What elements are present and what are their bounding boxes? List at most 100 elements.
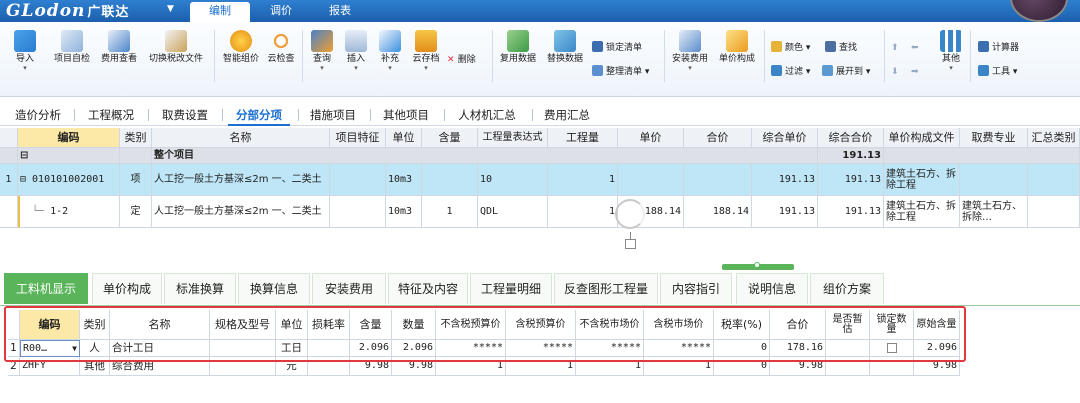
tab-qty-detail[interactable]: 工程量明细 <box>470 273 552 304</box>
cell-ratio[interactable]: 9.98 <box>350 357 392 376</box>
tools-button[interactable]: 工具 ▾ <box>978 64 1017 80</box>
tab-fee-settings[interactable]: 取费设置 <box>156 104 214 126</box>
cell-lock-qty[interactable] <box>870 357 914 376</box>
cell-feature[interactable] <box>330 164 386 196</box>
cell-name[interactable]: 人工挖一般土方基深≤2m 一、二类土 <box>152 196 330 228</box>
tab-edit[interactable]: 编制 <box>190 2 250 22</box>
cell-spec[interactable] <box>210 357 276 376</box>
cell-budget-price-excl-tax[interactable]: 1 <box>436 357 506 376</box>
cell-market-price-incl-tax[interactable]: ***** <box>644 340 714 357</box>
col-header-amount[interactable]: 合价 <box>770 310 826 340</box>
cell-unit[interactable]: 10m3 <box>386 164 422 196</box>
col-header-fee-file[interactable]: 单价构成文件 <box>884 128 960 148</box>
col-header-type[interactable]: 类别 <box>80 310 110 340</box>
cell-qty[interactable]: 9.98 <box>392 357 436 376</box>
col-header-name[interactable]: 名称 <box>152 128 330 148</box>
reuse-data-button[interactable]: 复用数据 <box>496 30 540 78</box>
move-left-button[interactable]: ⬅ <box>911 40 919 56</box>
col-header-lock-qty[interactable]: 锁定数量 <box>870 310 914 340</box>
cell-fee-file[interactable]: 建筑土石方、拆除工程 <box>884 196 960 228</box>
self-check-button[interactable]: 项目自检 <box>50 30 94 78</box>
col-header-tax-rate[interactable]: 税率(%) <box>714 310 770 340</box>
cell-price[interactable] <box>618 164 684 196</box>
tab-description[interactable]: 说明信息 <box>736 273 808 304</box>
cell-market-price-incl-tax[interactable]: 1 <box>644 357 714 376</box>
group-name[interactable]: 整个项目 <box>152 148 818 164</box>
cell-qty[interactable]: 1 <box>548 196 618 228</box>
cell-qty-expr[interactable]: 10 <box>478 164 548 196</box>
col-header-budget-price-incl-tax[interactable]: 含税预算价 <box>506 310 576 340</box>
cell-name[interactable]: 合计工日 <box>110 340 210 357</box>
unit-price-build-button[interactable]: 单价构成 <box>714 30 760 78</box>
tab-conversion-info[interactable]: 换算信息 <box>238 273 310 304</box>
tab-pricing-plan[interactable]: 组价方案 <box>810 273 884 304</box>
col-header-spec[interactable]: 规格及型号 <box>210 310 276 340</box>
col-header-price[interactable]: 单价 <box>618 128 684 148</box>
cell-amount[interactable] <box>684 164 752 196</box>
cell-qty[interactable]: 1 <box>548 164 618 196</box>
query-button[interactable]: 查询 ▾ <box>306 30 338 78</box>
col-header-original-ratio[interactable]: 原始含量 <box>914 310 960 340</box>
tab-project-overview[interactable]: 工程概况 <box>82 104 140 126</box>
tab-measures[interactable]: 措施项目 <box>304 104 362 126</box>
col-header-fee-major[interactable]: 取费专业 <box>960 128 1028 148</box>
cell-original-ratio[interactable]: 9.98 <box>914 357 960 376</box>
splitter-handle[interactable] <box>625 239 636 249</box>
cell-amount[interactable]: 178.16 <box>770 340 826 357</box>
col-header-ratio[interactable]: 含量 <box>350 310 392 340</box>
tab-adjust-price[interactable]: 调价 <box>256 0 306 22</box>
supplement-button[interactable]: 补充 ▾ <box>374 30 406 78</box>
cell-unit-total[interactable]: 191.13 <box>752 196 818 228</box>
replace-data-button[interactable]: 替换数据 <box>542 30 588 78</box>
organize-list-button[interactable]: 整理清单 ▾ <box>592 64 649 80</box>
tab-install-fee[interactable]: 安装费用 <box>312 273 386 304</box>
filter-button[interactable]: 过滤 ▾ <box>771 64 810 80</box>
cell-market-price-excl-tax[interactable]: ***** <box>576 340 644 357</box>
cell-budget-price-incl-tax[interactable]: ***** <box>506 340 576 357</box>
cell-name[interactable]: 人工挖一般土方基深≤2m 一、二类土 <box>152 164 330 196</box>
cell-qty-expr[interactable]: QDL <box>478 196 548 228</box>
cell-unit[interactable]: 工日 <box>276 340 308 357</box>
col-header-type[interactable]: 类别 <box>120 128 152 148</box>
col-header-code[interactable]: 编码 <box>20 310 80 340</box>
lock-list-button[interactable]: 锁定清单 <box>592 40 642 56</box>
cell-unit[interactable]: 10m3 <box>386 196 422 228</box>
cell-summary-type[interactable] <box>1028 196 1080 228</box>
cell-unit[interactable]: 元 <box>276 357 308 376</box>
cell-amount[interactable]: 9.98 <box>770 357 826 376</box>
app-menu-dropdown-icon[interactable]: ▼ <box>167 4 174 14</box>
col-header-provisional[interactable]: 是否暂估 <box>826 310 870 340</box>
delete-button[interactable]: ✕ 删除 <box>447 52 476 68</box>
cell-total[interactable]: 191.13 <box>818 196 884 228</box>
col-header-budget-price-excl-tax[interactable]: 不含税预算价 <box>436 310 506 340</box>
cell-code-select[interactable]: R00… ▼ <box>20 340 80 357</box>
cell-tax-rate[interactable]: 0 <box>714 340 770 357</box>
cell-qty[interactable]: 2.096 <box>392 340 436 357</box>
other-button[interactable]: 其他 ▾ <box>936 30 966 78</box>
tab-features-content[interactable]: 特征及内容 <box>388 273 468 304</box>
tab-report[interactable]: 报表 <box>315 0 365 22</box>
cell-type[interactable]: 项 <box>120 164 152 196</box>
cell-lock-qty[interactable] <box>870 340 914 357</box>
import-button[interactable]: 导入 ▾ <box>8 30 42 78</box>
cell-fee-major[interactable]: 建筑土石方、拆除… <box>960 196 1028 228</box>
move-right-button[interactable]: ➡ <box>911 64 919 80</box>
col-header-qty[interactable]: 工程量 <box>548 128 618 148</box>
cell-total[interactable]: 191.13 <box>818 164 884 196</box>
find-button[interactable]: 查找 <box>825 40 857 56</box>
cell-name[interactable]: 综合费用 <box>110 357 210 376</box>
cell-ratio[interactable] <box>422 164 478 196</box>
tab-unit-price-build[interactable]: 单价构成 <box>92 273 162 304</box>
col-header-total[interactable]: 综合合价 <box>818 128 884 148</box>
col-header-summary-type[interactable]: 汇总类别 <box>1028 128 1080 148</box>
cell-original-ratio[interactable]: 2.096 <box>914 340 960 357</box>
chevron-down-icon[interactable]: ▼ <box>72 344 77 354</box>
col-header-code[interactable]: 编码 <box>18 128 120 148</box>
view-fees-button[interactable]: 费用查看 <box>96 30 142 78</box>
expand-to-button[interactable]: 展开到 ▾ <box>822 64 870 80</box>
col-header-unit-total[interactable]: 综合单价 <box>752 128 818 148</box>
cell-market-price-excl-tax[interactable]: 1 <box>576 357 644 376</box>
tab-standard-conversion[interactable]: 标准换算 <box>164 273 236 304</box>
cell-budget-price-excl-tax[interactable]: ***** <box>436 340 506 357</box>
cell-loss[interactable] <box>308 357 350 376</box>
